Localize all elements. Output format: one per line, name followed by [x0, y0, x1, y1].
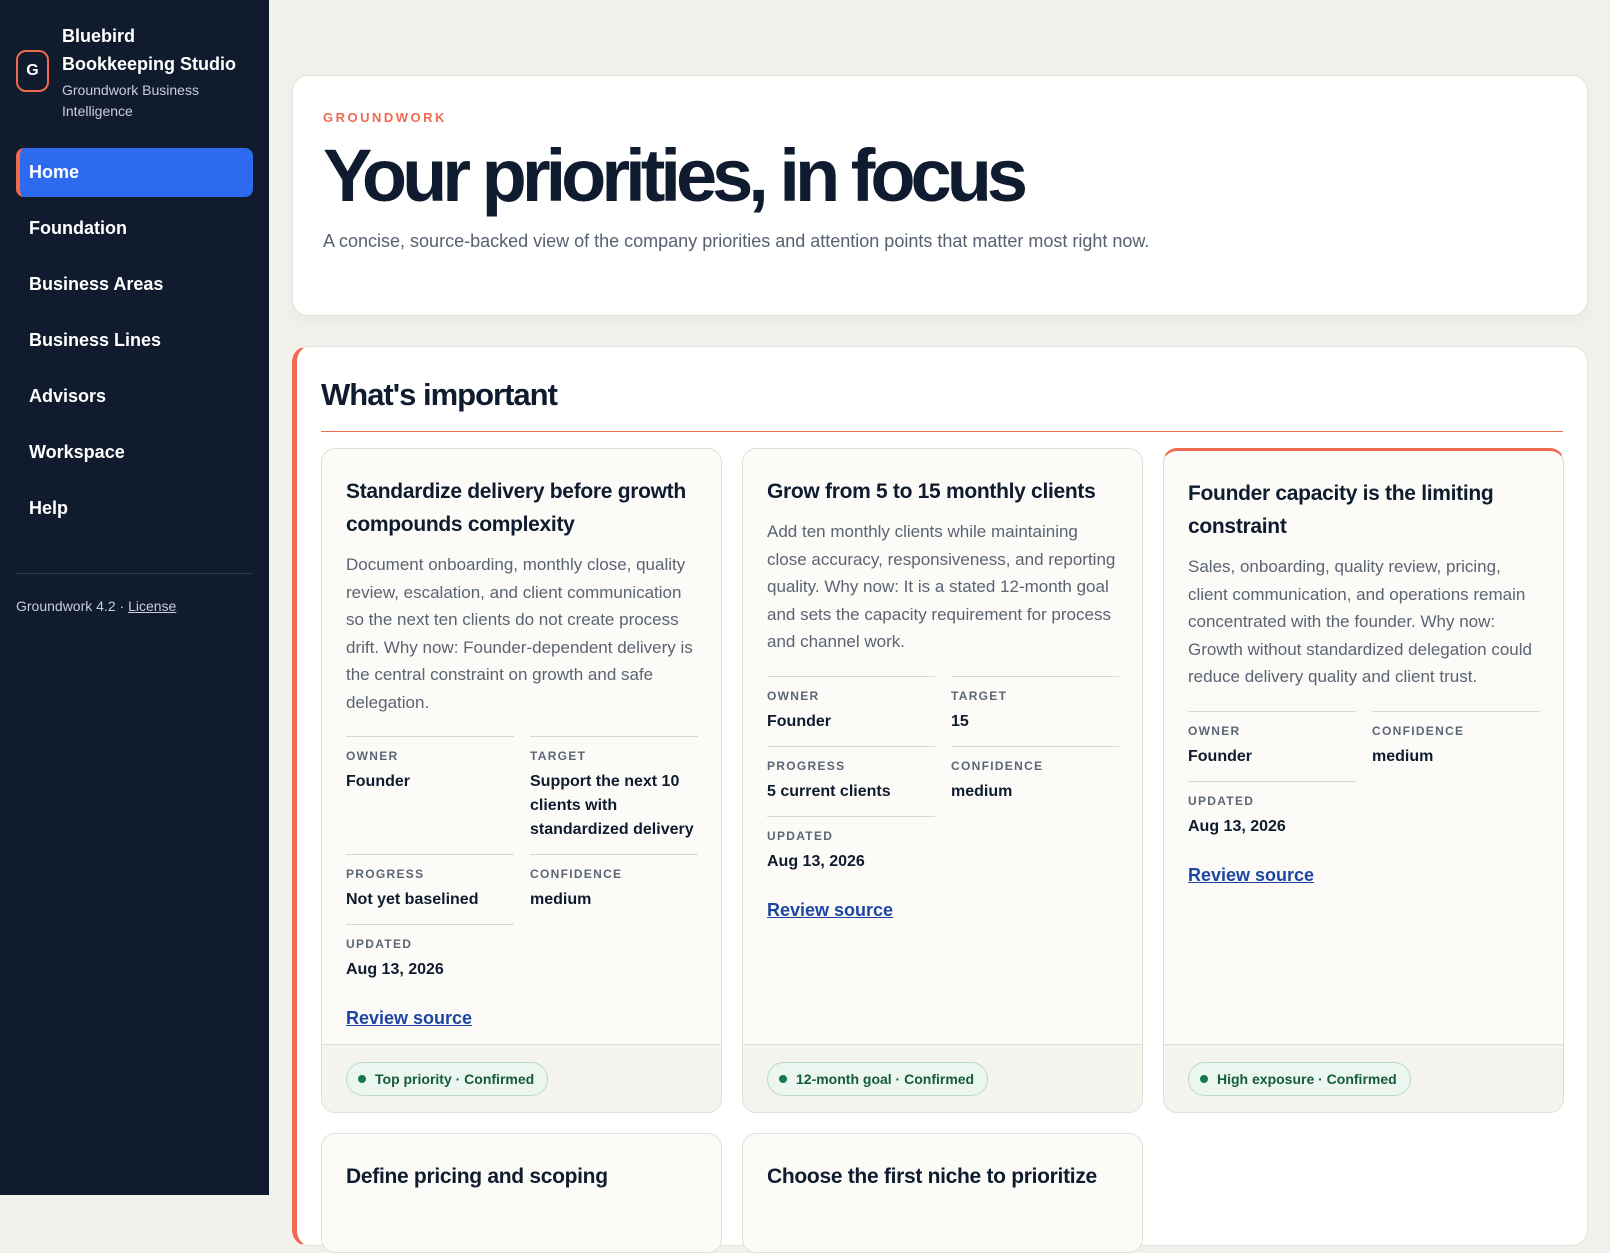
meta-value: 5 current clients: [767, 782, 891, 800]
card-meta: OWNER Founder CONFIDENCE medium UPDATED …: [1188, 710, 1540, 851]
meta-value: Founder: [1188, 747, 1252, 765]
brand-name: Bluebird Bookkeeping Studio: [62, 26, 237, 74]
card-footer: Top priority · Confirmed: [322, 1044, 721, 1112]
meta-progress: PROGRESS Not yet baselined: [346, 854, 514, 924]
meta-label: OWNER: [346, 749, 399, 763]
license-link[interactable]: License: [128, 598, 176, 614]
main-content: GROUNDWORK Your priorities, in focus A c…: [292, 0, 1588, 1253]
hero-eyebrow: GROUNDWORK: [323, 110, 447, 125]
meta-label: UPDATED: [767, 828, 834, 843]
review-source-link[interactable]: Review source: [767, 900, 893, 921]
meta-owner: OWNER Founder: [346, 736, 514, 854]
priority-card: Define pricing and scoping: [321, 1133, 722, 1253]
priority-card: Standardize delivery before growth compo…: [321, 448, 722, 1113]
meta-value: Aug 13, 2026: [767, 852, 865, 870]
card-title: Define pricing and scoping: [346, 1165, 608, 1188]
nav-item-advisors[interactable]: Advisors: [16, 372, 253, 421]
meta-label: CONFIDENCE: [530, 867, 623, 881]
brand-subtitle: Groundwork Business Intelligence: [62, 82, 199, 119]
main-nav: Home Foundation Business Areas Business …: [16, 148, 253, 533]
nav-item-home[interactable]: Home: [16, 148, 253, 197]
card-title: Grow from 5 to 15 monthly clients: [767, 480, 1096, 503]
nav-item-business-lines[interactable]: Business Lines: [16, 316, 253, 365]
meta-label: PROGRESS: [346, 867, 425, 881]
meta-label: UPDATED: [346, 937, 413, 951]
sidebar: G Bluebird Bookkeeping Studio Groundwork…: [0, 0, 269, 1195]
meta-value: medium: [530, 891, 592, 908]
review-source-link[interactable]: Review source: [1188, 865, 1314, 886]
status-badge: 12-month goal · Confirmed: [767, 1062, 989, 1096]
card-footer: 12-month goal · Confirmed: [743, 1044, 1142, 1112]
meta-label: TARGET: [951, 688, 1008, 703]
status-badge: High exposure · Confirmed: [1188, 1062, 1411, 1096]
card-meta: OWNER Founder TARGET Support the next 10…: [346, 736, 698, 994]
status-dot-icon: [779, 1075, 787, 1083]
nav-item-foundation[interactable]: Foundation: [16, 204, 253, 253]
whats-important-panel: What's important Standardize delivery be…: [292, 346, 1588, 1253]
card-description: Sales, onboarding, quality review, prici…: [1188, 557, 1532, 686]
badge-label: High exposure · Confirmed: [1217, 1071, 1397, 1087]
version-text: Groundwork 4.2 ·: [16, 598, 129, 614]
badge-label: 12-month goal · Confirmed: [796, 1071, 975, 1087]
meta-label: CONFIDENCE: [1372, 723, 1465, 738]
priority-card: Choose the first niche to prioritize: [742, 1133, 1143, 1253]
meta-value: Support the next 10 clients with standar…: [530, 773, 694, 838]
meta-label: UPDATED: [1188, 793, 1255, 808]
meta-target: TARGET 15: [951, 675, 1119, 746]
section-title: What's important: [321, 377, 1563, 432]
priority-card: Grow from 5 to 15 monthly clients Add te…: [742, 448, 1143, 1113]
nav-item-business-areas[interactable]: Business Areas: [16, 260, 253, 309]
hero-card: GROUNDWORK Your priorities, in focus A c…: [292, 75, 1588, 316]
meta-label: TARGET: [530, 749, 587, 763]
brand: G Bluebird Bookkeeping Studio Groundwork…: [16, 22, 253, 122]
meta-owner: OWNER Founder: [767, 675, 935, 746]
meta-owner: OWNER Founder: [1188, 710, 1356, 781]
meta-label: PROGRESS: [767, 758, 846, 773]
meta-label: OWNER: [1188, 723, 1241, 738]
priority-grid: Standardize delivery before growth compo…: [321, 448, 1564, 1253]
meta-confidence: CONFIDENCE medium: [530, 854, 698, 924]
meta-value: Aug 13, 2026: [346, 961, 444, 978]
card-description: Document onboarding, monthly close, qual…: [346, 555, 693, 712]
hero-subtitle: A concise, source-backed view of the com…: [323, 231, 1150, 251]
priority-card: Founder capacity is the limiting constra…: [1163, 448, 1564, 1113]
meta-value: medium: [951, 782, 1013, 800]
meta-progress: PROGRESS 5 current clients: [767, 745, 935, 816]
meta-value: medium: [1372, 747, 1434, 765]
card-description: Add ten monthly clients while maintainin…: [767, 522, 1116, 651]
status-badge: Top priority · Confirmed: [346, 1062, 549, 1096]
status-dot-icon: [358, 1075, 366, 1083]
meta-value: Founder: [767, 712, 831, 730]
card-title: Choose the first niche to prioritize: [767, 1165, 1097, 1188]
version-info: Groundwork 4.2 · License: [16, 598, 253, 614]
badge-label: Top priority · Confirmed: [375, 1071, 535, 1087]
meta-value: 15: [951, 712, 969, 730]
meta-updated: UPDATED Aug 13, 2026: [767, 815, 935, 886]
sidebar-divider: [16, 573, 253, 574]
meta-target: TARGET Support the next 10 clients with …: [530, 736, 698, 854]
meta-value: Founder: [346, 773, 410, 790]
card-meta: OWNER Founder TARGET 15 PROGRESS 5 curre…: [767, 675, 1119, 886]
review-source-link[interactable]: Review source: [346, 1008, 472, 1029]
nav-item-help[interactable]: Help: [16, 484, 253, 533]
meta-confidence: CONFIDENCE medium: [951, 745, 1119, 816]
meta-value: Not yet baselined: [346, 891, 479, 908]
meta-confidence: CONFIDENCE medium: [1372, 710, 1540, 781]
nav-item-workspace[interactable]: Workspace: [16, 428, 253, 477]
card-footer: High exposure · Confirmed: [1164, 1044, 1563, 1112]
meta-updated: UPDATED Aug 13, 2026: [1188, 780, 1356, 851]
page-title: Your priorities, in focus: [323, 134, 1028, 217]
card-title: Founder capacity is the limiting constra…: [1188, 482, 1494, 538]
brand-logo-icon: G: [16, 50, 49, 92]
meta-label: OWNER: [767, 688, 820, 703]
status-dot-icon: [1200, 1075, 1208, 1083]
card-title: Standardize delivery before growth compo…: [346, 480, 686, 536]
meta-updated: UPDATED Aug 13, 2026: [346, 924, 514, 994]
meta-label: CONFIDENCE: [951, 758, 1044, 773]
meta-value: Aug 13, 2026: [1188, 817, 1286, 835]
